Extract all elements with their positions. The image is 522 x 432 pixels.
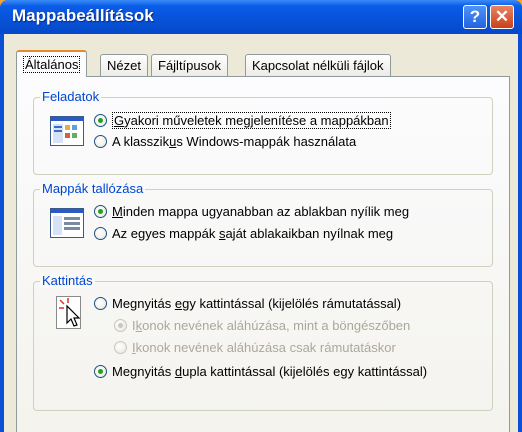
option-double-click-label: Megnyitás dupla kattintással (kijelölés …	[112, 364, 427, 379]
group-click-label: Kattintás	[40, 273, 95, 288]
label-part: s Windows-mappák használata	[176, 134, 357, 149]
label-part: Az egyes mappák	[112, 226, 219, 241]
option-underline-always-label: Ikonok nevének aláhúzása, mint a böngész…	[132, 318, 410, 333]
label-accesskey: G	[114, 113, 125, 128]
tab-offline-files-label: Kapcsolat nélküli fájlok	[252, 58, 384, 73]
option-same-window-label: Minden mappa ugyanabban az ablakban nyíl…	[112, 204, 409, 219]
radio-same-window[interactable]	[94, 205, 107, 218]
dialog-window: Mappabeállítások ? ✕ Általános Nézet Fáj…	[0, 0, 522, 432]
option-own-window-label: Az egyes mappák saját ablakaikban nyílna…	[112, 226, 393, 241]
option-classic-folders-label: A klasszikus Windows-mappák használata	[112, 134, 356, 149]
window-title: Mappabeállítások	[12, 6, 154, 25]
radio-underline-hover	[114, 341, 127, 354]
tab-offline-files[interactable]: Kapcsolat nélküli fájlok	[245, 54, 391, 76]
label-part: aját ablakaikban nyílnak meg	[225, 226, 394, 241]
close-icon: ✕	[494, 7, 510, 26]
label-part: upla kattintással (kijelölés egy kattint…	[182, 364, 428, 379]
group-browse-label: Mappák tallózása	[40, 181, 146, 196]
option-single-click-label: Megnyitás egy kattintással (kijelölés rá…	[112, 296, 401, 311]
label-part: onok nevének aláhúzása, mint a böngészőb…	[142, 318, 411, 333]
radio-show-common-tasks[interactable]	[94, 114, 107, 127]
radio-double-click[interactable]	[94, 365, 107, 378]
help-button[interactable]: ?	[463, 5, 487, 29]
option-own-window[interactable]: Az egyes mappák saját ablakaikban nyílna…	[94, 226, 393, 241]
group-browse-folders: Mappák tallózása Minden mappa ugyanabban…	[33, 181, 493, 267]
group-click: Kattintás Megnyitás egy kattintással (ki…	[33, 273, 493, 411]
label-part: Megnyitás	[112, 364, 175, 379]
group-tasks: Feladatok Gyakori műveletek megjelenítés…	[33, 89, 493, 175]
tab-file-types-label: Fájltípusok	[158, 58, 221, 73]
option-underline-always: Ikonok nevének aláhúzása, mint a böngész…	[114, 318, 410, 333]
tab-file-types[interactable]: Fájltípusok	[151, 54, 228, 76]
tab-view[interactable]: Nézet	[100, 54, 148, 76]
close-button[interactable]: ✕	[490, 5, 514, 29]
option-same-window[interactable]: Minden mappa ugyanabban az ablakban nyíl…	[94, 204, 409, 219]
label-part: inden mappa ugyanabban az ablakban nyíli…	[122, 204, 410, 219]
label-part: konok nevének aláhúzása csak rámutatásko…	[135, 340, 396, 355]
option-classic-folders[interactable]: A klasszikus Windows-mappák használata	[94, 134, 356, 149]
tab-general-label: Általános	[23, 56, 81, 73]
tab-view-label: Nézet	[107, 58, 141, 73]
radio-own-window[interactable]	[94, 227, 107, 240]
radio-classic-folders[interactable]	[94, 135, 107, 148]
pointer-click-icon	[56, 296, 81, 329]
radio-single-click[interactable]	[94, 297, 107, 310]
same-window-icon	[50, 208, 84, 238]
radio-underline-always	[114, 319, 127, 332]
label-part: gy kattintással (kijelölés rámutatással)	[182, 296, 402, 311]
option-show-common-tasks-label: Gyakori műveletek megjelenítése a mappák…	[112, 112, 391, 129]
tab-panel-general: Feladatok Gyakori műveletek megjelenítés…	[16, 76, 510, 432]
option-single-click[interactable]: Megnyitás egy kattintással (kijelölés rá…	[94, 296, 401, 311]
option-double-click[interactable]: Megnyitás dupla kattintással (kijelölés …	[94, 364, 427, 379]
title-bar[interactable]: Mappabeállítások ? ✕	[0, 0, 522, 34]
option-underline-hover-label: Ikonok nevének aláhúzása csak rámutatásk…	[132, 340, 396, 355]
group-tasks-label: Feladatok	[40, 89, 102, 104]
help-icon: ?	[469, 7, 481, 26]
label-part: A klasszik	[112, 134, 170, 149]
tab-general[interactable]: Általános	[16, 50, 88, 77]
web-view-folder-icon	[50, 116, 84, 146]
option-underline-hover: Ikonok nevének aláhúzása csak rámutatásk…	[114, 340, 396, 355]
option-show-common-tasks[interactable]: Gyakori műveletek megjelenítése a mappák…	[94, 112, 391, 129]
label-part: Megnyitás	[112, 296, 175, 311]
dialog-client-area: Általános Nézet Fájltípusok Kapcsolat né…	[4, 34, 518, 432]
label-part: yakori műveletek megjelenítése a mappákb…	[124, 113, 389, 128]
label-accesskey: M	[112, 204, 123, 219]
